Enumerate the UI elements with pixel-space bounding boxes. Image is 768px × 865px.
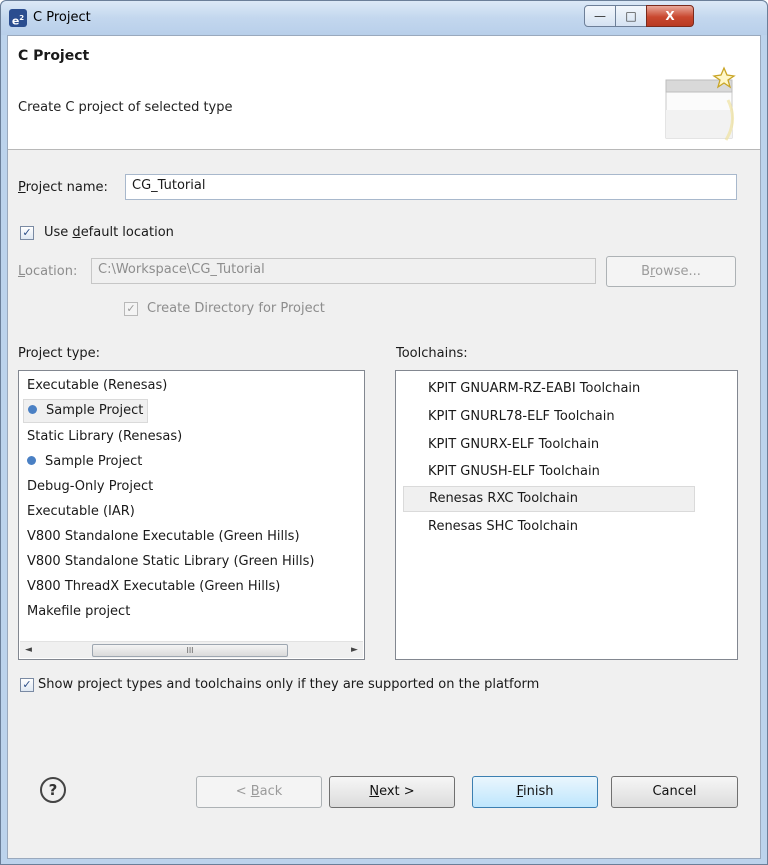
list-item-text: Executable (Renesas) bbox=[27, 378, 168, 393]
eclipse-app-icon: e2 bbox=[9, 9, 27, 28]
list-item-text: Executable (IAR) bbox=[27, 504, 135, 519]
banner-title: C Project bbox=[18, 48, 90, 64]
location-mnemonic: L bbox=[18, 264, 26, 279]
maximize-icon: □ bbox=[625, 9, 637, 23]
browse-pre: B bbox=[641, 264, 651, 279]
udl-pre: Use bbox=[44, 225, 73, 240]
show-supported-checkbox[interactable]: ✓ bbox=[20, 678, 34, 692]
list-item[interactable]: Executable (Renesas) bbox=[27, 374, 167, 398]
scroll-right-icon[interactable]: ► bbox=[346, 642, 363, 659]
list-item-text: Sample Project bbox=[45, 454, 143, 469]
maximize-button[interactable]: □ bbox=[615, 5, 647, 27]
next-mnemonic: N bbox=[369, 784, 380, 799]
list-item-text: KPIT GNURL78-ELF Toolchain bbox=[428, 409, 615, 424]
cancel-button[interactable]: Cancel bbox=[611, 776, 738, 808]
next-button[interactable]: Next > bbox=[329, 776, 455, 808]
project-name-input[interactable]: CG_Tutorial bbox=[125, 174, 737, 200]
list-item-text: Debug-Only Project bbox=[27, 479, 154, 494]
location-label-text: ocation: bbox=[25, 264, 78, 279]
list-item-text: V800 Standalone Executable (Green Hills) bbox=[27, 529, 300, 544]
list-item[interactable]: V800 ThreadX Executable (Green Hills) bbox=[27, 575, 280, 599]
wizard-banner: C Project Create C project of selected t… bbox=[8, 36, 760, 150]
dialog-client-area: C Project Create C project of selected t… bbox=[7, 35, 761, 859]
minimize-icon: — bbox=[594, 9, 606, 23]
list-item-text: KPIT GNUSH-ELF Toolchain bbox=[428, 464, 600, 479]
create-directory-checkbox[interactable]: ✓ bbox=[124, 302, 138, 316]
new-project-wizard-icon bbox=[665, 66, 736, 141]
title-bar[interactable]: e2 C Project — □ X bbox=[1, 1, 767, 35]
browse-post: owse... bbox=[655, 264, 701, 279]
scroll-left-icon[interactable]: ◄ bbox=[20, 642, 37, 659]
list-item-text: V800 ThreadX Executable (Green Hills) bbox=[27, 579, 281, 594]
list-item[interactable]: KPIT GNUARM-RZ-EABI Toolchain bbox=[428, 377, 640, 401]
next-post: ext > bbox=[379, 784, 415, 799]
list-item[interactable]: Sample Project bbox=[27, 450, 142, 474]
list-item-text: V800 Standalone Static Library (Green Hi… bbox=[27, 554, 315, 569]
list-item[interactable]: KPIT GNUSH-ELF Toolchain bbox=[428, 460, 600, 484]
banner-description: Create C project of selected type bbox=[18, 100, 233, 115]
list-item[interactable]: Static Library (Renesas) bbox=[27, 425, 182, 449]
list-item[interactable]: KPIT GNURL78-ELF Toolchain bbox=[428, 405, 615, 429]
list-item[interactable]: V800 Standalone Static Library (Green Hi… bbox=[27, 550, 314, 574]
location-input[interactable]: C:\Workspace\CG_Tutorial bbox=[91, 258, 596, 284]
app-icon-sup: 2 bbox=[19, 14, 25, 22]
list-item-text: KPIT GNUARM-RZ-EABI Toolchain bbox=[428, 381, 641, 396]
list-item[interactable]: Debug-Only Project bbox=[27, 475, 153, 499]
list-item-text: Renesas SHC Toolchain bbox=[428, 519, 579, 534]
list-item-text: Static Library (Renesas) bbox=[27, 429, 183, 444]
project-type-list[interactable]: Executable (Renesas) Sample Project Stat… bbox=[18, 370, 365, 660]
toolchains-list[interactable]: KPIT GNUARM-RZ-EABI Toolchain KPIT GNURL… bbox=[395, 370, 738, 660]
finish-button[interactable]: Finish bbox=[472, 776, 598, 808]
project-bullet-icon bbox=[27, 456, 36, 465]
window-title: C Project bbox=[33, 10, 91, 25]
create-directory-label: Create Directory for Project bbox=[147, 301, 325, 316]
back-pre: < bbox=[235, 784, 251, 799]
back-mnemonic: B bbox=[250, 784, 260, 799]
project-bullet-icon bbox=[28, 405, 37, 414]
back-post: ack bbox=[259, 784, 283, 799]
project-name-label: Project name: bbox=[18, 180, 108, 195]
list-item-text: Makefile project bbox=[27, 604, 131, 619]
back-button[interactable]: < Back bbox=[196, 776, 322, 808]
list-item-text: Renesas RXC Toolchain bbox=[429, 491, 578, 506]
browse-button[interactable]: Browse... bbox=[606, 256, 736, 287]
udl-mnemonic: d bbox=[72, 225, 81, 240]
project-name-mnemonic: P bbox=[18, 180, 26, 195]
toolchains-label: Toolchains: bbox=[396, 346, 468, 361]
list-item[interactable]: Makefile project bbox=[27, 600, 130, 624]
close-icon: X bbox=[665, 9, 675, 23]
close-button[interactable]: X bbox=[646, 5, 694, 27]
list-item[interactable]: V800 Standalone Executable (Green Hills) bbox=[27, 525, 300, 549]
location-label: Location: bbox=[18, 264, 77, 279]
finish-post: inish bbox=[523, 784, 554, 799]
help-icon[interactable]: ? bbox=[40, 777, 66, 803]
list-item-text: KPIT GNURX-ELF Toolchain bbox=[428, 437, 600, 452]
list-item-text: Sample Project bbox=[46, 403, 144, 418]
list-item[interactable]: Renesas SHC Toolchain bbox=[428, 515, 578, 539]
project-type-label: Project type: bbox=[18, 346, 101, 361]
scroll-thumb[interactable]: III bbox=[92, 644, 288, 657]
use-default-location-label: Use default location bbox=[44, 225, 174, 240]
project-name-label-text: roject name: bbox=[25, 180, 108, 195]
horizontal-scrollbar[interactable]: ◄ III ► bbox=[20, 641, 363, 658]
list-item[interactable]: Executable (IAR) bbox=[27, 500, 135, 524]
list-item[interactable]: Renesas RXC Toolchain bbox=[403, 486, 695, 512]
show-supported-label: Show project types and toolchains only i… bbox=[38, 677, 540, 692]
list-item[interactable]: Sample Project bbox=[23, 399, 149, 423]
minimize-button[interactable]: — bbox=[584, 5, 616, 27]
use-default-location-checkbox[interactable]: ✓ bbox=[20, 226, 34, 240]
list-item[interactable]: KPIT GNURX-ELF Toolchain bbox=[428, 433, 599, 457]
udl-post: efault location bbox=[80, 225, 174, 240]
dialog-window: e2 C Project — □ X C Project Create C pr… bbox=[0, 0, 768, 865]
